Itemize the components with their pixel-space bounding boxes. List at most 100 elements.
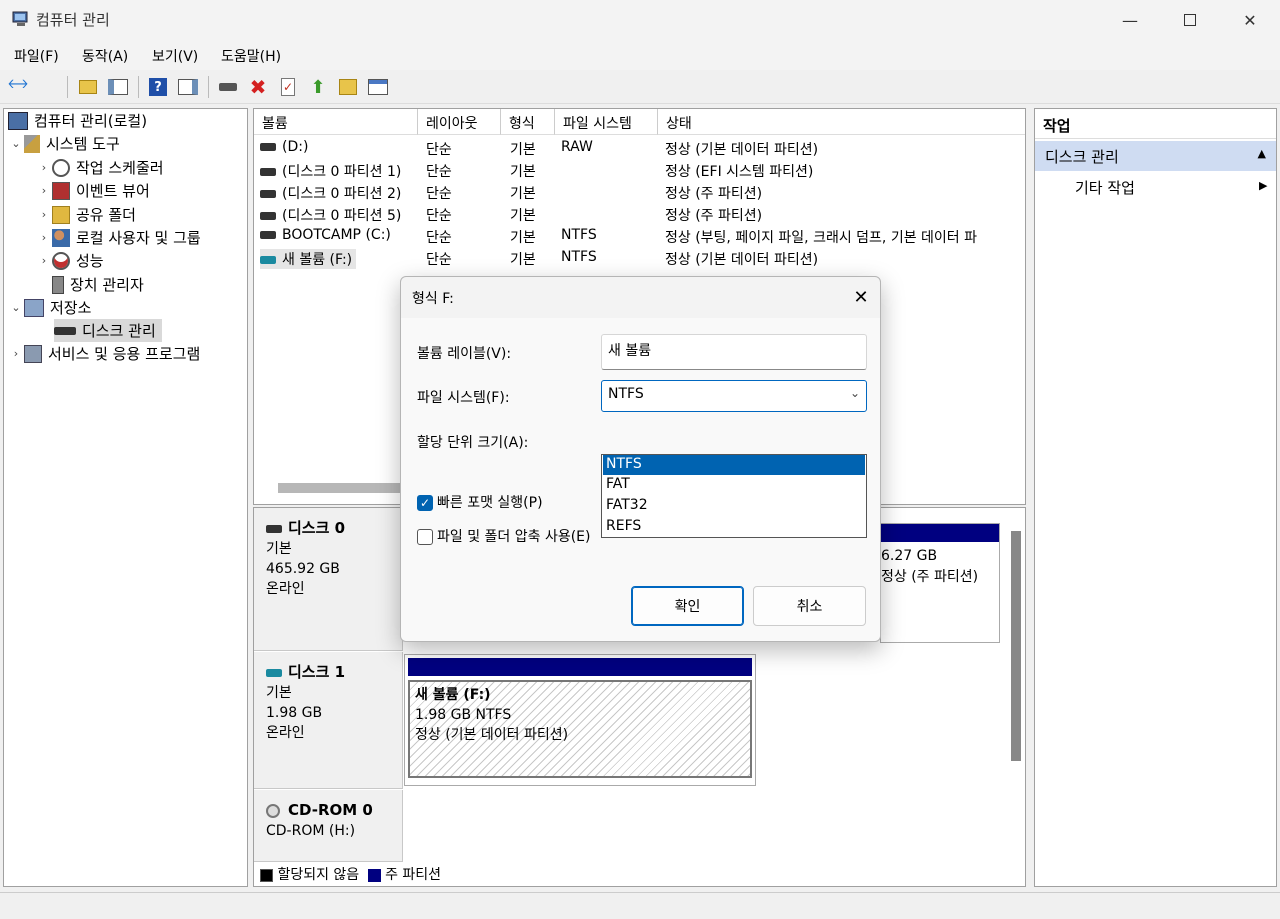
services-icon — [24, 345, 42, 363]
disk0-partition[interactable]: 6.27 GB 정상 (주 파티션) — [880, 523, 1000, 643]
dialog-close-button[interactable]: ✕ — [847, 283, 875, 311]
navigation-tree: 컴퓨터 관리(로컬) ⌄ 시스템 도구 › 작업 스케줄러 › 이벤트 뷰어 ›… — [3, 108, 248, 887]
column-header-volume[interactable]: 볼륨 — [254, 109, 418, 135]
table-row[interactable]: (디스크 0 파티션 2) 단순 기본 정상 (주 파티션) — [254, 180, 1025, 202]
tree-local-users[interactable]: › 로컬 사용자 및 그룹 — [36, 226, 201, 249]
chevron-down-icon[interactable]: ⌄ — [8, 137, 24, 150]
menu-action[interactable]: 동작(A) — [82, 46, 128, 66]
menu-view[interactable]: 보기(V) — [152, 46, 198, 66]
chevron-right-icon[interactable]: › — [36, 254, 52, 267]
minimize-button[interactable]: — — [1100, 0, 1160, 40]
fs-option-fat[interactable]: FAT — [603, 475, 865, 495]
disk0-info[interactable]: 디스크 0 기본 465.92 GB 온라인 — [254, 508, 403, 651]
chevron-right-icon[interactable]: › — [8, 347, 24, 360]
primary-partition-bar — [881, 524, 999, 542]
tree-disk-management[interactable]: 디스크 관리 — [54, 319, 162, 342]
disk-icon — [54, 327, 76, 335]
forward-icon[interactable]: 🡚 — [35, 75, 59, 99]
column-header-filesystem[interactable]: 파일 시스템 — [555, 109, 658, 135]
event-viewer-icon — [52, 182, 70, 200]
filesystem-dropdown-list: NTFS FAT FAT32 REFS — [601, 454, 867, 538]
find-icon[interactable] — [336, 75, 360, 99]
column-header-status[interactable]: 상태 — [658, 109, 1026, 135]
dialog-body: 볼륨 레이블(V): 새 볼륨 파일 시스템(F): NTFS ⌄ 할당 단위 … — [401, 318, 880, 641]
shared-folder-icon — [52, 206, 70, 224]
tree-task-scheduler[interactable]: › 작업 스케줄러 — [36, 156, 164, 179]
chevron-right-icon[interactable]: › — [36, 208, 52, 221]
tree-storage[interactable]: ⌄ 저장소 — [8, 296, 91, 319]
minimize-icon: — — [1122, 11, 1138, 30]
disk-icon — [266, 525, 282, 533]
disk-legend: 할당되지 않음 주 파티션 — [260, 864, 441, 884]
compress-checkbox[interactable]: 파일 및 폴더 압축 사용(E) — [417, 526, 591, 546]
back-icon[interactable]: 🡘 — [6, 75, 30, 99]
drive-icon — [260, 212, 276, 220]
drive-icon — [260, 190, 276, 198]
properties-icon[interactable]: ✓ — [276, 75, 300, 99]
disk1-info[interactable]: 디스크 1 기본 1.98 GB 온라인 — [254, 652, 403, 789]
filesystem-select[interactable]: NTFS ⌄ — [601, 380, 867, 412]
maximize-button[interactable] — [1160, 0, 1220, 40]
table-row[interactable]: (D:) 단순 기본 RAW 정상 (기본 데이터 파티션) — [254, 136, 1025, 158]
drive-icon — [260, 231, 276, 239]
fs-option-refs[interactable]: REFS — [603, 517, 865, 537]
column-header-type[interactable]: 형식 — [501, 109, 555, 135]
performance-icon — [52, 252, 70, 270]
chevron-down-icon[interactable]: ⌄ — [8, 301, 24, 314]
title-bar: 컴퓨터 관리 — ✕ — [0, 0, 1280, 40]
computer-management-icon — [11, 9, 31, 29]
table-row[interactable]: (디스크 0 파티션 1) 단순 기본 정상 (EFI 시스템 파티션) — [254, 158, 1025, 180]
quick-format-checkbox[interactable]: ✓ 빠른 포맷 실행(P) — [417, 492, 543, 512]
show-hide-action-pane-icon[interactable] — [176, 75, 200, 99]
expand-right-icon[interactable]: ▶ — [1259, 179, 1267, 192]
vertical-scrollbar[interactable] — [1011, 531, 1021, 761]
cdrom-info[interactable]: CD-ROM 0 CD-ROM (H:) — [254, 790, 403, 862]
checkmark-icon: ✓ — [417, 495, 433, 511]
list-view-icon[interactable] — [366, 75, 390, 99]
tree-system-tools[interactable]: ⌄ 시스템 도구 — [8, 132, 120, 155]
tree-shared-folders[interactable]: › 공유 폴더 — [36, 203, 136, 226]
toolbar-separator — [67, 76, 68, 98]
drive-icon — [260, 168, 276, 176]
volume-label-input[interactable]: 새 볼륨 — [601, 334, 867, 370]
chevron-right-icon[interactable]: › — [36, 161, 52, 174]
column-header-layout[interactable]: 레이아웃 — [418, 109, 501, 135]
delete-icon[interactable]: ✖ — [246, 75, 270, 99]
checkbox-empty-icon — [417, 529, 433, 545]
tree-services[interactable]: › 서비스 및 응용 프로그램 — [8, 342, 200, 365]
unallocated-swatch — [260, 869, 273, 882]
fs-option-fat32[interactable]: FAT32 — [603, 496, 865, 516]
actions-section-disk-management[interactable]: 디스크 관리 ▲ — [1035, 141, 1276, 171]
computer-icon — [8, 112, 28, 130]
menu-file[interactable]: 파일(F) — [14, 46, 59, 66]
primary-partition-bar — [408, 658, 752, 676]
toolbar: 🡘 🡚 ? ✖ ✓ ⬆ — [0, 70, 1280, 104]
up-folder-icon[interactable] — [76, 75, 100, 99]
chevron-right-icon[interactable]: › — [36, 184, 52, 197]
ok-button[interactable]: 확인 — [631, 586, 744, 626]
toolbar-separator — [208, 76, 209, 98]
cancel-button[interactable]: 취소 — [753, 586, 866, 626]
tree-event-viewer[interactable]: › 이벤트 뷰어 — [36, 179, 150, 202]
disk1-partition[interactable]: 새 볼륨 (F:) 1.98 GB NTFS 정상 (기본 데이터 파티션) — [404, 654, 756, 786]
collapse-icon[interactable]: ▲ — [1258, 147, 1266, 160]
close-button[interactable]: ✕ — [1220, 0, 1280, 40]
show-hide-tree-icon[interactable] — [106, 75, 130, 99]
tree-performance[interactable]: › 성능 — [36, 249, 104, 272]
volume-label-label: 볼륨 레이블(V): — [417, 343, 511, 363]
tree-root[interactable]: 컴퓨터 관리(로컬) — [8, 109, 147, 132]
table-row[interactable]: (디스크 0 파티션 5) 단순 기본 정상 (주 파티션) — [254, 202, 1025, 224]
menu-help[interactable]: 도움말(H) — [221, 46, 281, 66]
table-row[interactable]: 새 볼륨 (F:) 단순 기본 NTFS 정상 (기본 데이터 파티션) — [254, 246, 1025, 268]
help-icon[interactable]: ? — [146, 75, 170, 99]
tree-device-manager[interactable]: 장치 관리자 — [52, 273, 144, 296]
device-manager-icon — [52, 276, 64, 294]
connect-drive-icon[interactable] — [216, 75, 240, 99]
fs-option-ntfs[interactable]: NTFS — [603, 455, 865, 475]
table-row[interactable]: BOOTCAMP (C:) 단순 기본 NTFS 정상 (부팅, 페이지 파일,… — [254, 224, 1025, 246]
move-up-icon[interactable]: ⬆ — [306, 75, 330, 99]
chevron-right-icon[interactable]: › — [36, 231, 52, 244]
format-dialog: 형식 F: ✕ 볼륨 레이블(V): 새 볼륨 파일 시스템(F): NTFS … — [400, 276, 881, 642]
more-actions[interactable]: 기타 작업 — [1075, 177, 1135, 198]
selected-volume-box[interactable]: 새 볼륨 (F:) 1.98 GB NTFS 정상 (기본 데이터 파티션) — [408, 680, 752, 778]
